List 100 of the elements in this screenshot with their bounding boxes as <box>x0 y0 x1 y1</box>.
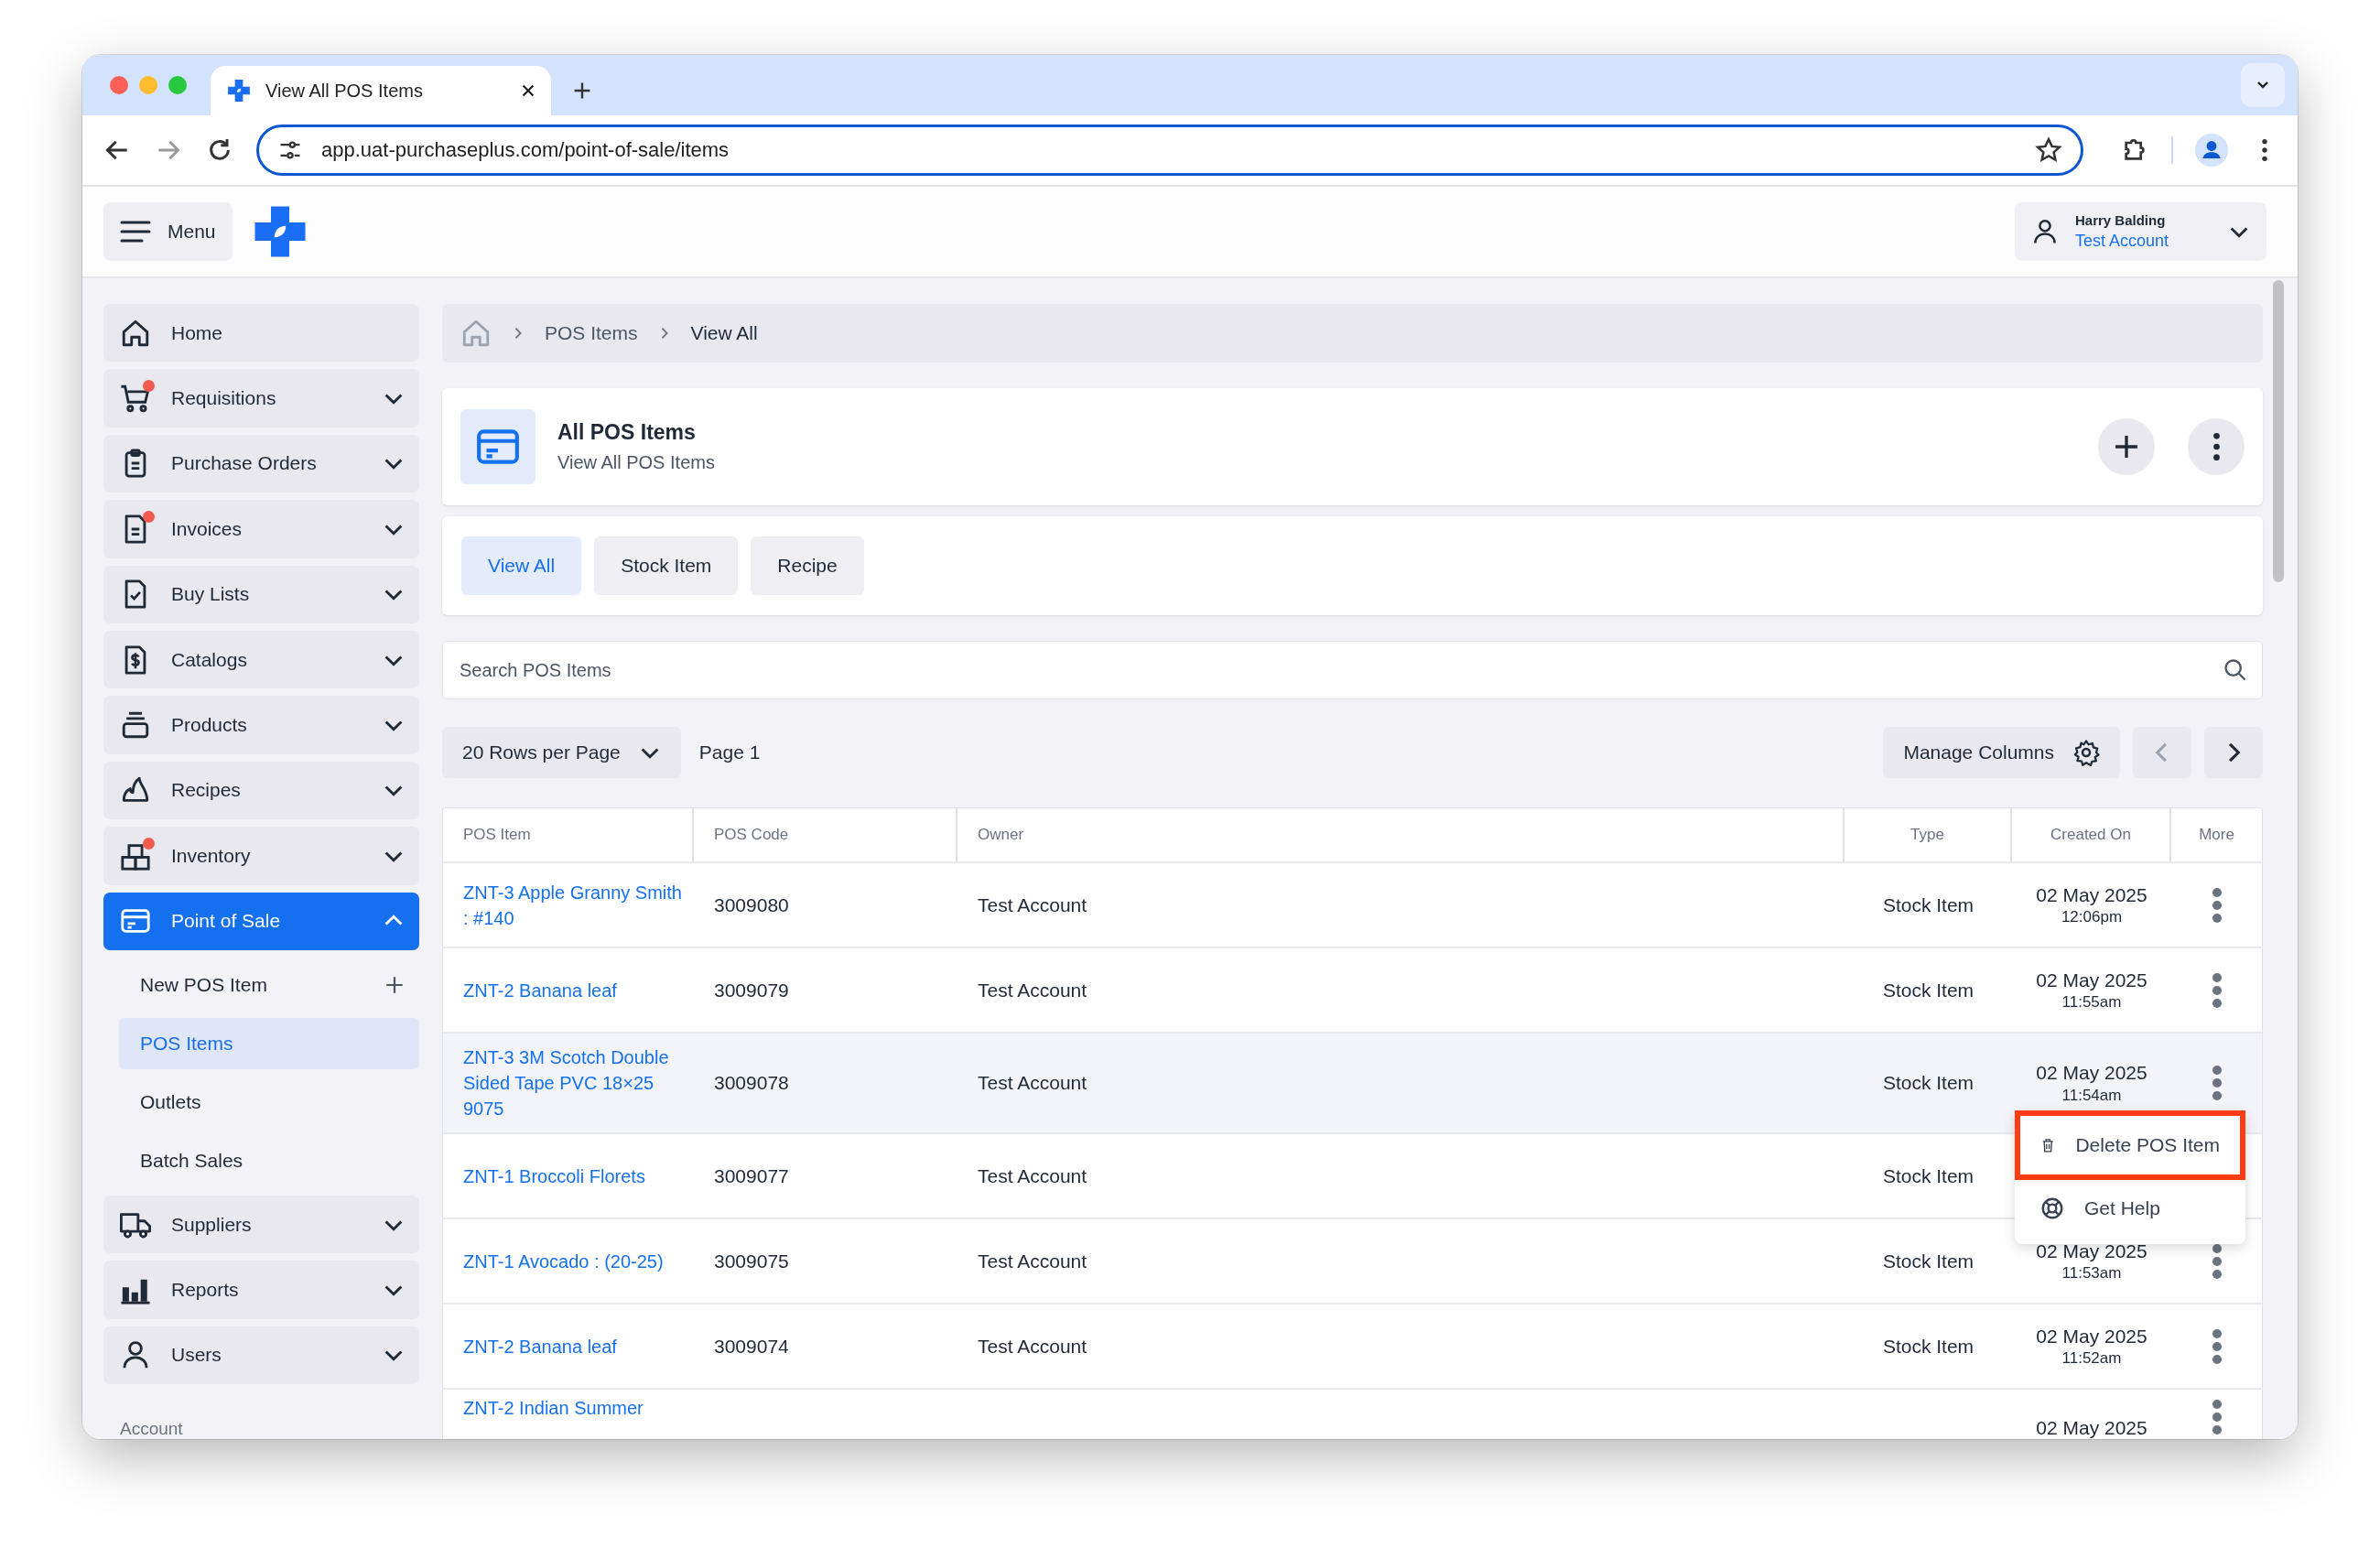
menu-button[interactable]: Menu <box>103 202 233 261</box>
browser-tab[interactable]: View All POS Items <box>211 66 551 115</box>
date-text: 02 May 2025 <box>2036 1324 2147 1348</box>
scrollbar[interactable] <box>2273 280 2284 582</box>
sidebar-subitem[interactable]: POS Items <box>119 1017 419 1069</box>
item-link[interactable]: ZNT-2 Banana leaf <box>463 977 617 1003</box>
time-text: 11:52am <box>2061 1348 2122 1369</box>
sidebar-item[interactable]: Buy Lists <box>103 565 419 623</box>
sidebar-subitem[interactable]: Outlets <box>119 1076 419 1128</box>
kebab-icon <box>2211 971 2223 1009</box>
table-cell-text: Test Account <box>978 1164 1087 1188</box>
menu-item[interactable]: Delete POS Item <box>2015 1110 2245 1180</box>
plus-icon <box>2113 433 2140 460</box>
date-text: 02 May 2025 <box>2036 1416 2147 1439</box>
sidebar-item[interactable]: Requisitions <box>103 369 419 428</box>
kebab-icon <box>2211 886 2223 924</box>
table-cell-text: 3009080 <box>714 893 789 917</box>
time-text: 11:54am <box>2061 1085 2122 1105</box>
profile-icon[interactable] <box>2195 134 2228 167</box>
sidebar-item[interactable]: Catalogs <box>103 630 419 689</box>
time-text: 11:55am <box>2061 992 2122 1012</box>
item-link[interactable]: ZNT-2 Indian Summer <box>463 1395 644 1421</box>
column-header: POS Code <box>694 808 957 861</box>
time-text: 12:06pm <box>2061 907 2123 927</box>
sidebar-item[interactable]: Users <box>103 1326 419 1385</box>
page-title: All POS Items <box>557 420 697 445</box>
date-text: 02 May 2025 <box>2036 1239 2147 1263</box>
filter-tab[interactable]: View All <box>461 536 582 595</box>
column-header: POS Item <box>443 808 694 861</box>
card-icon <box>460 409 536 484</box>
table-cell-text: Stock Item <box>1882 1071 1974 1096</box>
sidebar-item[interactable]: Inventory <box>103 827 419 885</box>
sidebar-subitem[interactable]: Batch Sales <box>119 1134 419 1186</box>
cart-icon <box>120 383 151 415</box>
sidebar-item[interactable]: Recipes <box>103 761 419 820</box>
table-cell-text: Stock Item <box>1882 1334 1974 1359</box>
table-cell-text: Test Account <box>978 893 1087 917</box>
sidebar-item[interactable]: Products <box>103 696 419 754</box>
account-switcher[interactable]: Harry Balding Test Account <box>2015 202 2266 261</box>
table-cell-text: Stock Item <box>1882 1249 1974 1273</box>
date-text: 02 May 2025 <box>2036 968 2147 992</box>
search-field[interactable]: Search POS Items <box>442 641 2263 699</box>
item-link[interactable]: ZNT-2 Banana leaf <box>463 1333 617 1359</box>
kebab-icon <box>2211 1242 2223 1280</box>
menu-icon <box>120 220 151 244</box>
column-header: Owner <box>957 808 1844 861</box>
rows-per-page-dropdown[interactable]: 20 Rows per Page <box>442 727 681 778</box>
tab-title: View All POS Items <box>265 80 424 102</box>
sidebar-item[interactable]: Home <box>103 304 419 363</box>
url-text: app.uat-purchaseplus.com/point-of-sale/items <box>321 138 730 162</box>
close-icon[interactable] <box>520 82 536 99</box>
table-cell-text: Test Account <box>978 1071 1087 1096</box>
plus-icon <box>384 974 405 995</box>
page-indicator: Page 1 <box>698 742 761 763</box>
page-subtitle: View All POS Items <box>557 452 715 473</box>
sidebar-item[interactable]: Purchase Orders <box>103 434 419 493</box>
column-header: Type <box>1844 808 2012 861</box>
next-page-button[interactable] <box>2204 727 2263 778</box>
item-link[interactable]: ZNT-3 Apple Granny Smith : #140 <box>463 879 687 931</box>
item-link[interactable]: ZNT-1 Avocado : (20-25) <box>463 1248 664 1274</box>
table-cell-text: Test Account <box>978 1334 1087 1359</box>
menu-item[interactable]: Get Help <box>2015 1180 2245 1237</box>
sidebar-item[interactable]: Suppliers <box>103 1195 419 1254</box>
sidebar-item[interactable]: Point of Sale <box>103 892 419 950</box>
breadcrumb-link[interactable]: POS Items <box>545 322 638 344</box>
table-cell-text: 3009077 <box>714 1164 789 1188</box>
filter-tab[interactable]: Recipe <box>751 536 864 595</box>
column-header: More <box>2198 825 2235 845</box>
table-cell-text: Stock Item <box>1882 893 1974 917</box>
account-name: Test Account <box>2075 232 2170 251</box>
sidebar-item[interactable]: Invoices <box>103 500 419 558</box>
kebab-icon <box>2211 1327 2223 1365</box>
settings-icon <box>2072 739 2100 766</box>
kebab-icon <box>2211 1399 2223 1435</box>
date-text: 02 May 2025 <box>2036 882 2147 907</box>
table-cell-text: 3009074 <box>714 1334 789 1359</box>
star-icon[interactable] <box>2035 136 2062 164</box>
manage-columns-button[interactable]: Manage Columns <box>1883 727 2120 778</box>
sidebar-subitem[interactable]: New POS Item <box>119 958 419 1011</box>
search-icon <box>2223 657 2248 683</box>
logo-icon <box>227 79 251 103</box>
section-label: Account <box>120 1419 184 1439</box>
time-text: 11:53am <box>2061 1263 2122 1283</box>
sidebar-item[interactable]: Reports <box>103 1261 419 1319</box>
table-cell-text: 3009078 <box>714 1071 789 1096</box>
kebab-icon <box>2211 1065 2223 1101</box>
table-cell-text: Test Account <box>978 978 1087 1002</box>
table-cell-text: Test Account <box>978 1249 1087 1273</box>
date-text: 02 May 2025 <box>2036 1061 2147 1086</box>
table-cell-text: 3009079 <box>714 978 789 1002</box>
address-bar[interactable]: app.uat-purchaseplus.com/point-of-sale/items <box>256 124 2083 176</box>
filter-tab[interactable]: Stock Item <box>594 536 739 595</box>
item-link[interactable]: ZNT-3 3M Scotch Double Sided Tape PVC 18×25 9075 <box>463 1045 687 1121</box>
user-name: Harry Balding <box>2075 212 2167 228</box>
column-header: Created On <box>2012 808 2171 861</box>
item-link[interactable]: ZNT-1 Broccoli Florets <box>463 1163 645 1189</box>
table-cell-text: 3009075 <box>714 1249 789 1273</box>
lifebuoy-icon <box>2040 1196 2064 1220</box>
table-cell-text: Stock Item <box>1882 1164 1974 1188</box>
breadcrumb-link[interactable]: View All <box>690 322 758 344</box>
